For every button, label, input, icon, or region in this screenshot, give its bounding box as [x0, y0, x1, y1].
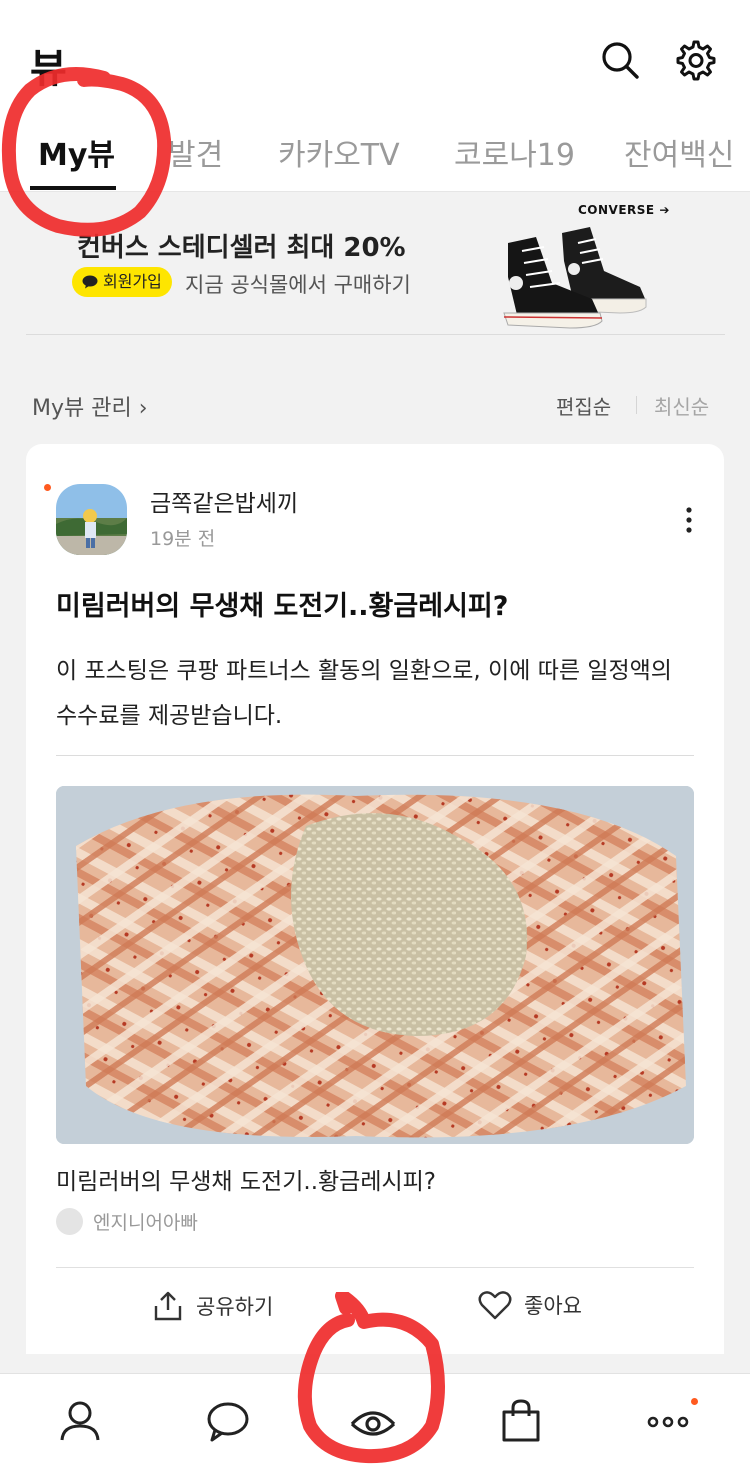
tab-bar: My뷰 발견 카카오TV 코로나19 잔여백신	[0, 118, 750, 192]
active-tab-indicator	[30, 186, 116, 190]
person-icon[interactable]	[57, 1398, 103, 1444]
share-icon	[154, 1291, 182, 1321]
heart-icon	[478, 1291, 512, 1320]
top-bar: 뷰 My뷰 발견 카카오TV 코로나19 잔여백신	[0, 0, 750, 192]
my-view-manage-link[interactable]: My뷰 관리 ›	[32, 390, 148, 422]
post-source[interactable]: 엔지니어아빠	[56, 1208, 198, 1235]
more-vertical-icon[interactable]	[682, 506, 696, 534]
more-horizontal-icon[interactable]	[645, 1398, 691, 1444]
share-button[interactable]: 공유하기	[152, 1290, 273, 1322]
ad-badge-label: 회원가입	[103, 272, 162, 291]
search-icon[interactable]	[598, 38, 642, 82]
feed-card: 금쪽같은밥세끼 19분 전 미림러버의 무생채 도전기..황금레시피? 이 포스…	[26, 444, 724, 1354]
source-icon	[56, 1208, 83, 1235]
sort-edit-order[interactable]: 편집순	[556, 391, 611, 420]
avatar[interactable]	[56, 484, 127, 555]
new-indicator-dot	[44, 484, 51, 491]
author-name[interactable]: 금쪽같은밥세끼	[150, 484, 298, 518]
ad-banner[interactable]: 컨버스 스테디셀러 최대 20% 회원가입 지금 공식몰에서 구매하기 CONV…	[0, 193, 750, 336]
page-title: 뷰	[30, 46, 67, 92]
post-thumbnail-image[interactable]	[56, 786, 694, 1144]
post-description[interactable]: 이 포스팅은 쿠팡 파트너스 활동의 일환으로, 이에 따른 일정액의 수수료를…	[56, 649, 696, 739]
tab-vaccine[interactable]: 잔여백신	[624, 130, 734, 174]
like-label: 좋아요	[524, 1294, 582, 1318]
sort-recent[interactable]: 최신순	[654, 391, 709, 420]
divider	[56, 1267, 694, 1268]
gear-icon[interactable]	[674, 38, 718, 82]
divider	[26, 334, 725, 335]
linked-post-title[interactable]: 미림러버의 무생채 도전기..황금레시피?	[56, 1162, 436, 1196]
divider	[56, 755, 694, 756]
ad-subtitle: 지금 공식몰에서 구매하기	[185, 273, 411, 297]
view-eye-icon[interactable]	[350, 1398, 396, 1444]
tab-corona19[interactable]: 코로나19	[454, 130, 575, 174]
post-time: 19분 전	[150, 528, 216, 550]
sort-divider	[636, 396, 637, 414]
sneakers-image	[503, 227, 647, 329]
bottom-nav	[0, 1373, 750, 1467]
post-title[interactable]: 미림러버의 무생채 도전기..황금레시피?	[56, 584, 508, 623]
chat-bubble-icon	[82, 275, 98, 289]
like-button[interactable]: 좋아요	[478, 1290, 582, 1320]
ad-signup-badge[interactable]: 회원가입	[72, 267, 172, 297]
notification-dot	[691, 1398, 698, 1405]
tab-my-view[interactable]: My뷰	[38, 130, 115, 174]
shopping-bag-icon[interactable]	[498, 1398, 544, 1444]
tab-kakao-tv[interactable]: 카카오TV	[278, 130, 400, 174]
ad-brand-logo: CONVERSE ➔	[578, 203, 670, 217]
ad-title: 컨버스 스테디셀러 최대 20%	[77, 233, 406, 263]
chat-bubble-icon[interactable]	[205, 1398, 251, 1444]
source-name: 엔지니어아빠	[93, 1212, 198, 1234]
tab-discover[interactable]: 발견	[168, 130, 223, 174]
share-label: 공유하기	[196, 1295, 274, 1319]
